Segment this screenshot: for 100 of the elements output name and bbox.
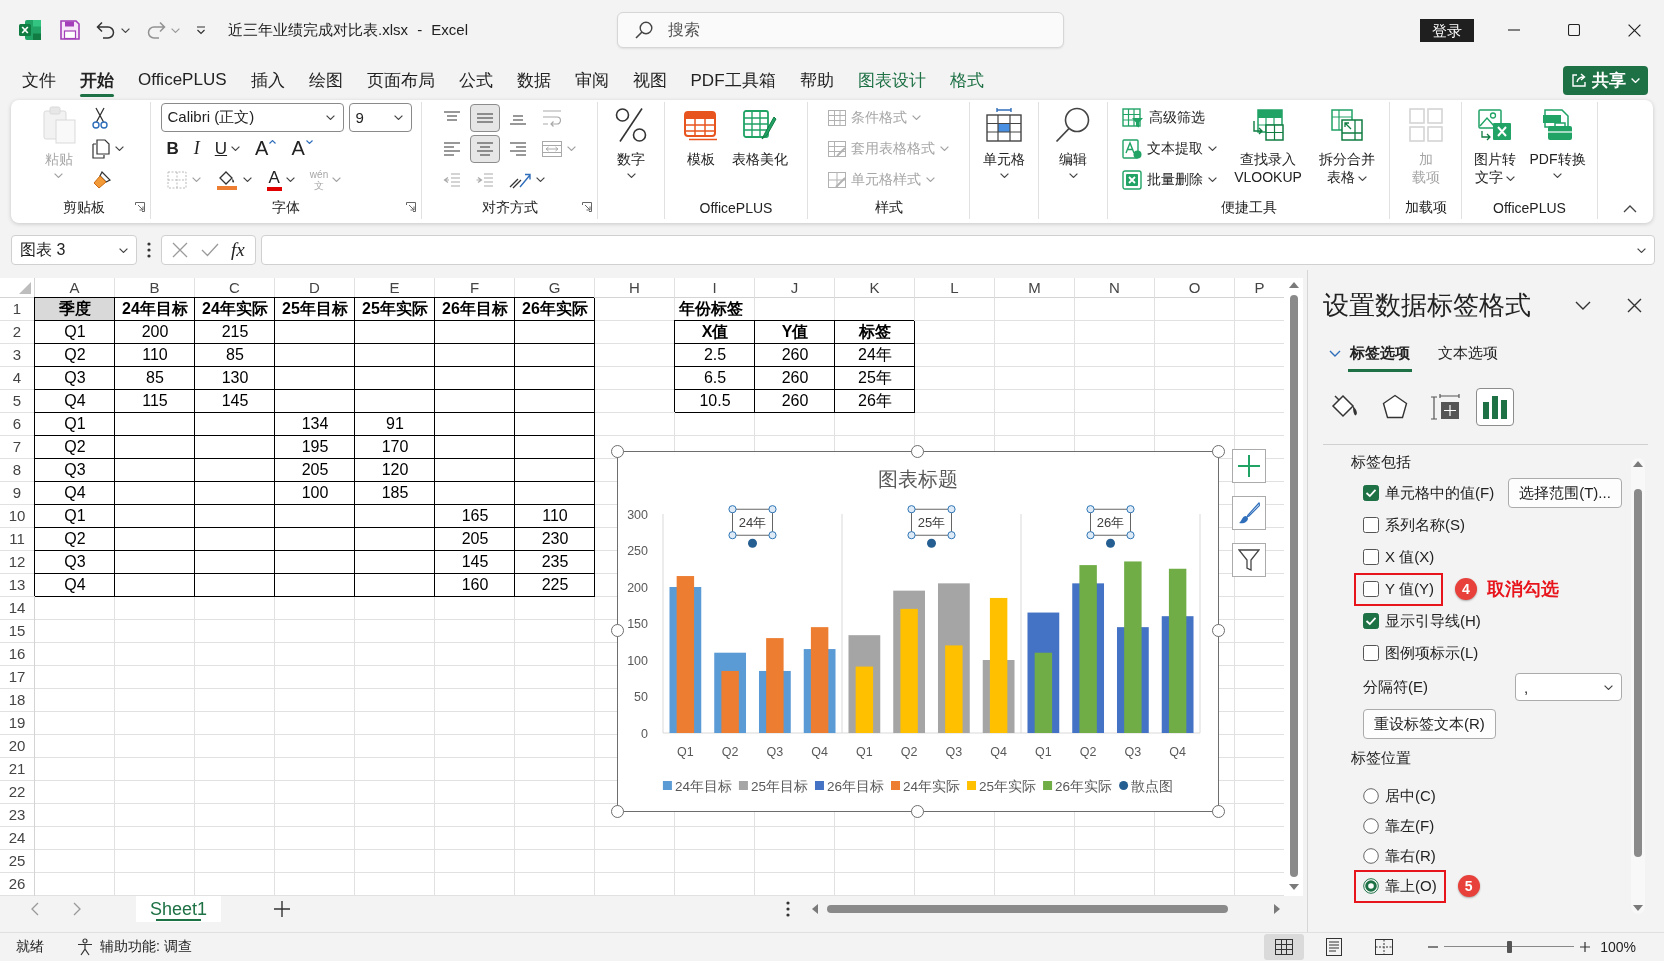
row-header[interactable]: 21 <box>0 758 34 781</box>
category-tab[interactable] <box>1476 388 1514 426</box>
corner-arrow-icon[interactable] <box>135 202 145 212</box>
batch-delete-button[interactable]: 批量删除 <box>1118 165 1221 194</box>
chart-filters-button[interactable] <box>1232 543 1266 577</box>
sheet-tab[interactable]: Sheet1 <box>136 896 221 922</box>
checkbox[interactable] <box>1363 517 1379 533</box>
checkbox-label[interactable]: Y 值(Y) <box>1385 579 1434 599</box>
pdf-convert-button[interactable]: PDF转换 <box>1525 102 1590 194</box>
row-header[interactable]: 8 <box>0 459 34 482</box>
decrease-font-button[interactable]: A <box>285 134 319 163</box>
resize-handle[interactable] <box>1212 445 1225 458</box>
row-header[interactable]: 12 <box>0 551 34 574</box>
number-format-button[interactable]: 数字 <box>611 102 651 194</box>
scrollbar-thumb[interactable] <box>1634 489 1642 857</box>
template-button[interactable]: 模板 <box>680 102 722 194</box>
resize-handle[interactable] <box>1212 624 1225 637</box>
chart-title[interactable]: 图表标题 <box>878 468 958 490</box>
checkbox[interactable] <box>1363 581 1379 597</box>
chevron-right-icon[interactable] <box>73 902 81 916</box>
radio-button[interactable] <box>1363 788 1379 804</box>
reset-button[interactable]: 重设标签文本(R) <box>1363 709 1496 739</box>
row-header[interactable]: 7 <box>0 436 34 459</box>
vertical-dots-icon[interactable] <box>786 901 790 917</box>
check-icon[interactable] <box>200 243 219 257</box>
row-header[interactable]: 15 <box>0 620 34 643</box>
row-header[interactable]: 16 <box>0 643 34 666</box>
normal-view-button[interactable] <box>1264 934 1305 960</box>
row-header[interactable]: 23 <box>0 804 34 827</box>
scrollbar-thumb[interactable] <box>1289 295 1298 877</box>
selection-handle[interactable] <box>1086 531 1095 540</box>
menu-tab[interactable]: 格式 <box>937 60 996 100</box>
row-header[interactable]: 14 <box>0 597 34 620</box>
menu-tab[interactable]: 视图 <box>620 60 679 100</box>
resize-handle[interactable] <box>611 805 624 818</box>
pane-tab[interactable]: 文本选项 <box>1436 336 1500 370</box>
selection-handle[interactable] <box>768 531 777 540</box>
resize-handle[interactable] <box>911 805 924 818</box>
vertical-dots-icon[interactable] <box>147 242 151 258</box>
menu-tab[interactable]: 页面布局 <box>354 60 447 100</box>
share-button[interactable]: 共享 <box>1563 65 1648 95</box>
row-header[interactable]: 18 <box>0 689 34 712</box>
selection-handle[interactable] <box>1126 505 1135 514</box>
accessibility-status[interactable]: 辅助功能: 调查 <box>100 938 192 956</box>
checkbox[interactable] <box>1363 613 1379 629</box>
select-range-button[interactable]: 选择范围(T)... <box>1508 478 1622 508</box>
resize-handle[interactable] <box>611 624 624 637</box>
split-merge-button[interactable]: 拆分合并表格 <box>1315 102 1379 194</box>
caret-up-icon[interactable] <box>1623 205 1637 213</box>
right-arrow-icon[interactable] <box>1274 904 1280 914</box>
menu-tab[interactable]: OfficePLUS <box>126 60 239 100</box>
align-middle-button[interactable] <box>470 103 500 132</box>
menu-tab[interactable]: 文件 <box>10 60 68 100</box>
data-label[interactable]: 24年 <box>732 508 773 536</box>
checkbox-label[interactable]: 单元格中的值(F) <box>1385 483 1495 503</box>
row-header[interactable]: 4 <box>0 367 34 390</box>
name-box[interactable]: 图表 3 <box>11 235 137 265</box>
corner-arrow-icon[interactable] <box>406 202 416 212</box>
checkbox[interactable] <box>1363 549 1379 565</box>
plus-icon[interactable] <box>1580 942 1591 952</box>
radio-button[interactable] <box>1363 878 1379 894</box>
pane-tab[interactable]: 标签选项 <box>1348 336 1412 370</box>
left-arrow-icon[interactable] <box>812 904 818 914</box>
resize-handle[interactable] <box>611 445 624 458</box>
slider-thumb[interactable] <box>1507 941 1513 953</box>
cross-icon[interactable] <box>172 242 189 258</box>
menu-tab[interactable]: 插入 <box>238 60 297 100</box>
row-header[interactable]: 11 <box>0 528 34 551</box>
selection-handle[interactable] <box>947 505 956 514</box>
row-header[interactable]: 26 <box>0 873 34 896</box>
scrollbar-thumb[interactable] <box>827 905 1228 913</box>
up-arrow-icon[interactable] <box>1288 282 1299 288</box>
row-header[interactable]: 2 <box>0 321 34 344</box>
editing-button[interactable]: 编辑 <box>1051 102 1095 194</box>
radio-label[interactable]: 靠右(R) <box>1385 846 1436 866</box>
table-style-button[interactable]: 表格美化 <box>728 102 792 194</box>
data-label[interactable]: 25年 <box>911 508 952 536</box>
row-header[interactable]: 20 <box>0 735 34 758</box>
selection-handle[interactable] <box>728 505 737 514</box>
lookup-button[interactable]: 查找录入 VLOOKUP <box>1227 102 1309 194</box>
row-header[interactable]: 5 <box>0 390 34 413</box>
row-header[interactable]: 19 <box>0 712 34 735</box>
resize-handle[interactable] <box>1212 805 1225 818</box>
menu-tab[interactable]: 开始 <box>68 60 126 100</box>
close-icon[interactable] <box>1627 297 1642 313</box>
data-label[interactable]: 26年 <box>1090 508 1131 536</box>
menu-tab[interactable]: 帮助 <box>787 60 846 100</box>
dropdown-field[interactable]: , <box>1515 673 1622 701</box>
text-extract-button[interactable]: 文本提取 <box>1118 134 1221 163</box>
menu-tab[interactable]: 审阅 <box>562 60 621 100</box>
plus-icon[interactable] <box>274 901 290 917</box>
row-header[interactable]: 10 <box>0 505 34 528</box>
checkbox-label[interactable]: X 值(X) <box>1385 547 1435 567</box>
row-header[interactable]: 17 <box>0 666 34 689</box>
formula-input[interactable] <box>261 235 1655 265</box>
align-center-button[interactable] <box>470 134 500 163</box>
menu-tab[interactable]: 数据 <box>504 60 563 100</box>
checkbox-label[interactable]: 图例项标示(L) <box>1385 643 1479 663</box>
radio-label[interactable]: 靠上(O) <box>1385 876 1437 896</box>
zoom-level[interactable]: 100% <box>1600 939 1636 955</box>
